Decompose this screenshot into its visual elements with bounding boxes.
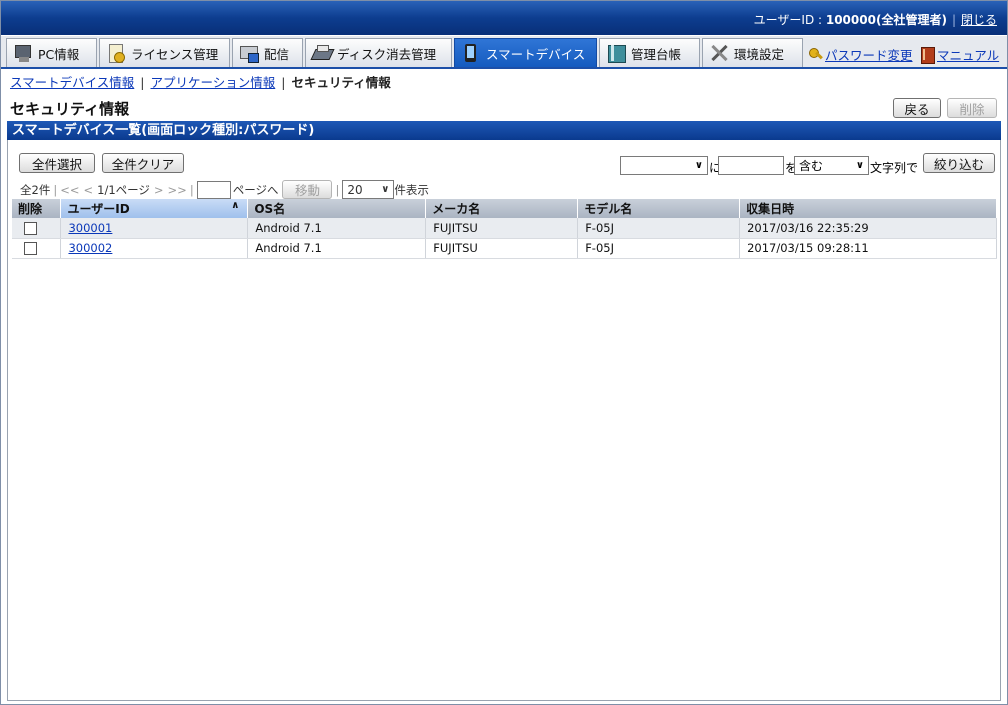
tab-disk-erase[interactable]: ディスク消去管理: [305, 38, 452, 67]
tab-label: ディスク消去管理: [337, 46, 437, 62]
pc-icon: [13, 43, 33, 63]
back-button[interactable]: 戻る: [893, 98, 941, 118]
per-page-select[interactable]: 20 ∨: [342, 180, 395, 199]
user-id-cell: 300002: [60, 238, 249, 259]
tab-label: 配信: [264, 46, 290, 62]
per-page-value: 20: [347, 182, 363, 197]
prev-page-link[interactable]: <: [83, 183, 93, 197]
subnav-application-info[interactable]: アプリケーション情報: [150, 75, 275, 90]
key-icon: [809, 47, 823, 62]
page-title: セキュリティ情報: [10, 100, 130, 118]
filter-suffix-label: 文字列で: [870, 161, 919, 175]
tab-settings[interactable]: 環境設定: [702, 38, 803, 67]
device-table: 削除 ユーザーID ∧ OS名 メーカ名 モデル名 収集日時 300001 And…: [12, 199, 997, 259]
chevron-down-icon: ∨: [855, 160, 864, 171]
collected-cell: 2017/03/16 22:35:29: [739, 218, 997, 239]
first-page-link[interactable]: <<: [60, 183, 79, 197]
collected-cell: 2017/03/15 09:28:11: [739, 238, 997, 259]
separator: |: [951, 13, 956, 27]
table-row: 300002 Android 7.1 FUJITSU F-05J 2017/03…: [12, 238, 997, 259]
table-row: 300001 Android 7.1 FUJITSU F-05J 2017/03…: [12, 218, 997, 239]
book-icon: [921, 47, 935, 64]
os-cell: Android 7.1: [247, 218, 427, 239]
column-header-os[interactable]: OS名: [247, 199, 427, 218]
chevron-down-icon: ∨: [381, 184, 390, 195]
per-page-label: 件表示: [394, 182, 429, 197]
last-page-link[interactable]: >>: [168, 183, 187, 197]
user-id-link[interactable]: 300001: [68, 221, 112, 235]
tab-smart-device[interactable]: スマートデバイス: [454, 38, 597, 67]
subnav-security-info: セキュリティ情報: [291, 75, 391, 90]
total-count: 全2件: [20, 182, 51, 197]
clear-all-button[interactable]: 全件クリア: [102, 153, 184, 173]
filter-button[interactable]: 絞り込む: [923, 153, 995, 173]
tab-label: スマートデバイス: [486, 46, 586, 62]
tools-icon: [709, 43, 729, 63]
tab-label: 管理台帳: [631, 46, 682, 62]
column-header-maker[interactable]: メーカ名: [425, 199, 579, 218]
row-checkbox[interactable]: [24, 221, 37, 235]
separator: |: [53, 182, 58, 197]
column-header-model[interactable]: モデル名: [577, 199, 741, 218]
goto-label: ページへ: [232, 182, 279, 197]
distribution-icon: [239, 43, 259, 63]
os-cell: Android 7.1: [247, 238, 427, 259]
separator: |: [281, 75, 286, 90]
row-checkbox-cell: [12, 238, 62, 259]
row-checkbox-cell: [12, 218, 62, 239]
smartphone-icon: [461, 43, 481, 63]
table-header-row: 削除 ユーザーID ∧ OS名 メーカ名 モデル名 収集日時: [12, 199, 997, 218]
user-label: ユーザーID :: [753, 13, 826, 27]
move-button[interactable]: 移動: [282, 180, 333, 199]
column-label: ユーザーID: [67, 202, 130, 216]
close-link[interactable]: 閉じる: [961, 13, 997, 27]
model-cell: F-05J: [577, 218, 741, 239]
maker-cell: FUJITSU: [425, 238, 579, 259]
user-id-link[interactable]: 300002: [68, 241, 112, 255]
separator: |: [189, 182, 194, 197]
tab-label: PC情報: [38, 46, 80, 62]
tab-ledger[interactable]: 管理台帳: [599, 38, 700, 67]
tab-label: 環境設定: [734, 46, 785, 62]
filter-mode-value: 含む: [799, 159, 824, 173]
separator: |: [335, 182, 340, 197]
column-header-collected[interactable]: 収集日時: [739, 199, 997, 218]
model-cell: F-05J: [577, 238, 741, 259]
user-info: ユーザーID : 100000(全社管理者) | 閉じる: [754, 11, 997, 28]
tab-license[interactable]: ライセンス管理: [99, 38, 230, 67]
tab-distribution[interactable]: 配信: [232, 38, 303, 67]
tab-pc-info[interactable]: PC情報: [6, 38, 97, 67]
tab-label: ライセンス管理: [131, 46, 219, 62]
filter-value-input[interactable]: [718, 156, 784, 175]
section-header: スマートデバイス一覧(画面ロック種別:パスワード): [7, 121, 1001, 140]
user-value: 100000(全社管理者): [825, 13, 947, 27]
maker-cell: FUJITSU: [425, 218, 579, 239]
subnav-smart-device-info[interactable]: スマートデバイス情報: [10, 75, 134, 90]
chevron-down-icon: ∨: [694, 160, 703, 171]
password-change-link[interactable]: パスワード変更: [809, 45, 913, 64]
user-id-cell: 300001: [60, 218, 249, 239]
page-info: 1/1ページ: [97, 182, 150, 197]
page-number-input[interactable]: [196, 180, 231, 199]
sort-ascending-icon: ∧: [231, 200, 240, 211]
select-all-button[interactable]: 全件選択: [19, 153, 95, 173]
breadcrumb: スマートデバイス情報 | アプリケーション情報 | セキュリティ情報: [10, 72, 391, 91]
row-checkbox[interactable]: [24, 242, 37, 255]
next-page-link[interactable]: >: [154, 183, 164, 197]
disk-erase-icon: [312, 43, 332, 63]
manual-label: マニュアル: [937, 48, 1000, 63]
separator: |: [140, 75, 145, 90]
column-header-delete[interactable]: 削除: [12, 199, 62, 218]
column-header-user-id[interactable]: ユーザーID ∧: [60, 199, 249, 218]
filter-mode-select[interactable]: 含む ∨: [794, 156, 869, 175]
top-header: ユーザーID : 100000(全社管理者) | 閉じる: [1, 1, 1007, 35]
ledger-icon: [606, 43, 626, 63]
password-change-label: パスワード変更: [825, 48, 913, 63]
license-icon: [106, 43, 126, 63]
delete-button[interactable]: 削除: [947, 98, 997, 118]
main-tab-bar: PC情報 ライセンス管理 配信 ディスク消去管理 スマートデバイス 管理台帳 環…: [1, 36, 1007, 69]
pager: 全2件 | << < 1/1ページ > >> | ページへ 移動 | 20 ∨ 件…: [20, 180, 429, 199]
manual-link[interactable]: マニュアル: [921, 45, 999, 64]
filter-field-select[interactable]: ∨: [620, 156, 708, 175]
